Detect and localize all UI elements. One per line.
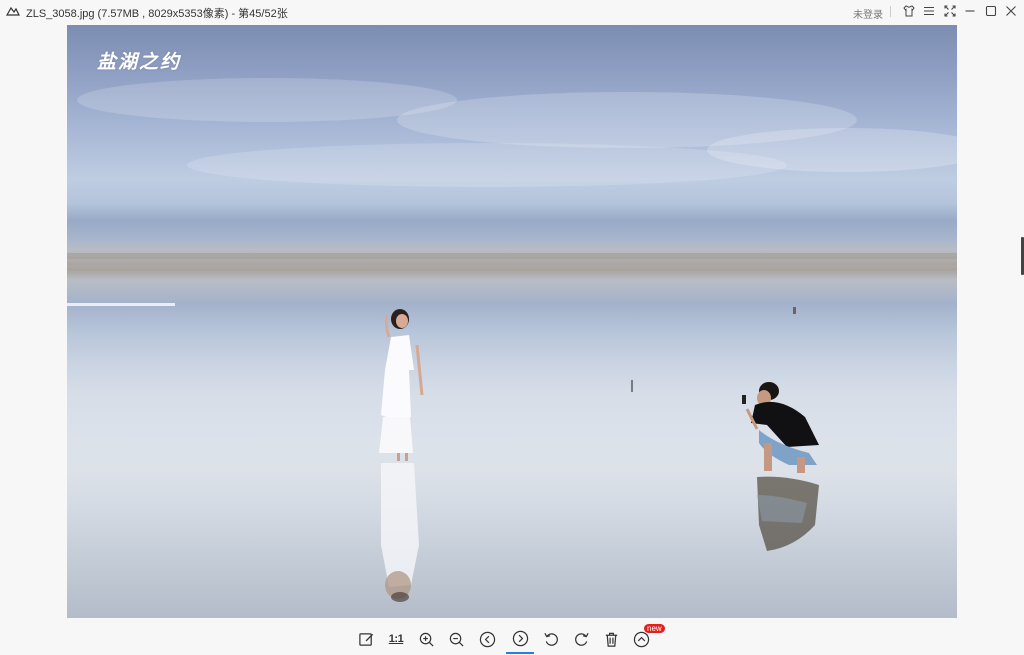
actual-size-label: 1:1 bbox=[388, 633, 404, 645]
zoom-in-icon bbox=[419, 632, 434, 647]
photo-canvas[interactable]: 盐湖之约 bbox=[67, 25, 957, 618]
delete-button[interactable] bbox=[597, 624, 625, 654]
title-divider bbox=[890, 6, 891, 17]
bottom-toolbar: 1:1 new bbox=[352, 624, 665, 655]
more-icon bbox=[633, 631, 649, 647]
title-bar: ZLS_3058.jpg (7.57MB , 8029x5353像素) - 第4… bbox=[0, 0, 1024, 24]
login-link[interactable]: 未登录 bbox=[853, 6, 883, 21]
edit-icon bbox=[358, 632, 373, 646]
delete-icon bbox=[605, 632, 617, 647]
menu-icon[interactable] bbox=[922, 4, 936, 18]
edit-button[interactable] bbox=[352, 624, 380, 654]
zoom-in-button[interactable] bbox=[412, 624, 440, 654]
previous-button[interactable] bbox=[473, 624, 501, 654]
rotate-left-icon bbox=[543, 632, 558, 646]
window-title: ZLS_3058.jpg (7.57MB , 8029x5353像素) - 第4… bbox=[26, 8, 288, 20]
zoom-out-button[interactable] bbox=[442, 624, 470, 654]
woman-figure bbox=[379, 309, 424, 602]
man-figure bbox=[742, 382, 819, 551]
next-button[interactable] bbox=[506, 624, 534, 654]
previous-icon bbox=[479, 631, 495, 647]
close-icon[interactable] bbox=[1004, 4, 1018, 18]
new-badge: new bbox=[644, 624, 665, 633]
app-logo-icon bbox=[6, 6, 20, 16]
rotate-left-button[interactable] bbox=[537, 624, 565, 654]
next-icon bbox=[512, 630, 528, 646]
rotate-right-icon bbox=[574, 632, 589, 646]
skin-icon[interactable] bbox=[902, 4, 916, 18]
photo-watermark: 盐湖之约 bbox=[97, 51, 182, 73]
photo-scene bbox=[67, 78, 957, 602]
minimize-icon[interactable] bbox=[963, 4, 977, 18]
actual-size-button[interactable]: 1:1 bbox=[382, 624, 410, 654]
rotate-right-button[interactable] bbox=[567, 624, 595, 654]
maximize-icon[interactable] bbox=[984, 4, 998, 18]
fullscreen-icon[interactable] bbox=[943, 4, 957, 18]
zoom-out-icon bbox=[449, 632, 464, 647]
